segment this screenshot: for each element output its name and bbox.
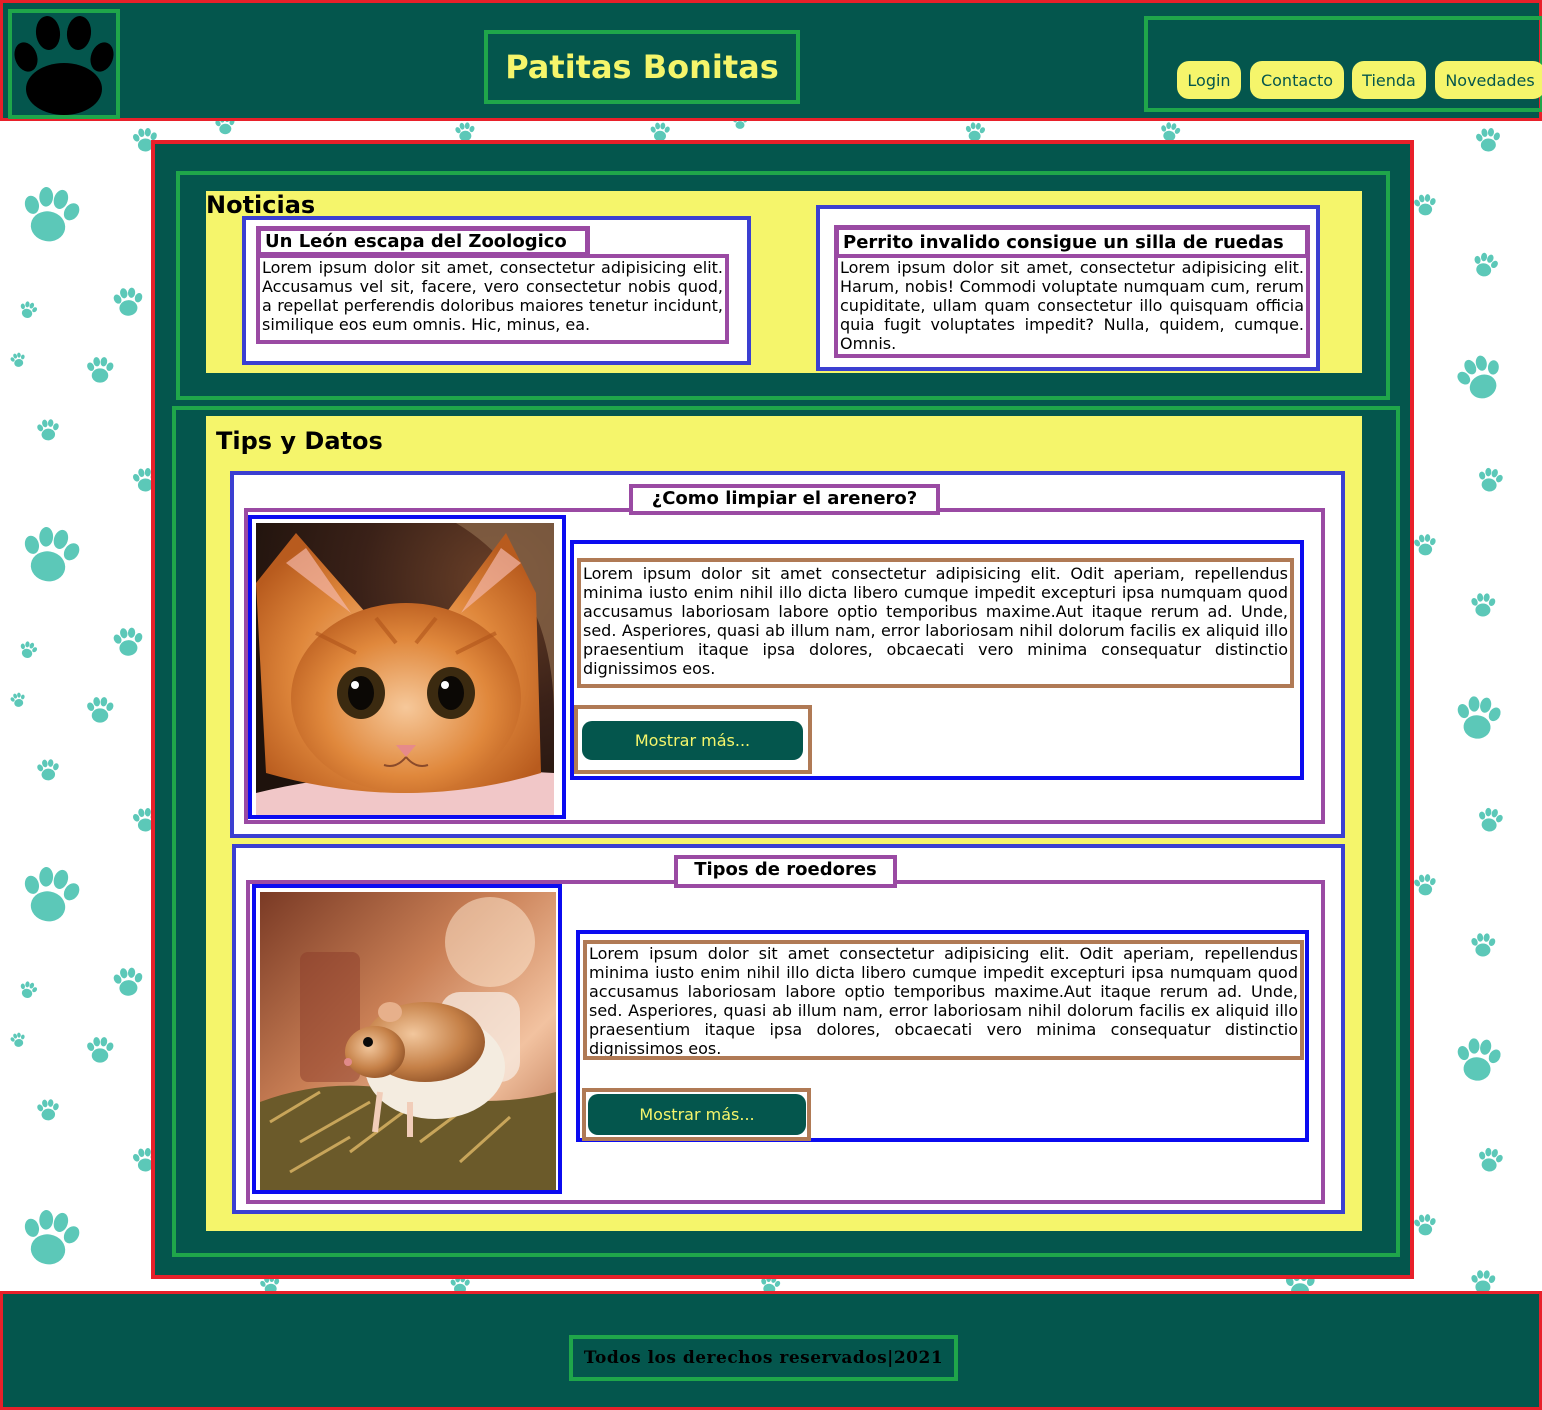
orange-cat-photo [256, 523, 554, 815]
paw-print-icon [963, 121, 987, 143]
tips-section: Tips y Datos ¿Como limpiar el arenero? L… [172, 406, 1400, 1257]
paw-print-icon [85, 1036, 115, 1063]
button-frame: Mostrar más... [582, 1088, 811, 1141]
tip-title: Tipos de roedores [674, 855, 897, 888]
paw-print-icon [453, 121, 477, 143]
paw-print-icon [1412, 873, 1438, 897]
tips-panel: Tips y Datos ¿Como limpiar el arenero? L… [206, 416, 1362, 1231]
logo[interactable] [8, 9, 120, 119]
tip-title: ¿Como limpiar el arenero? [629, 484, 940, 515]
tip-image-frame [252, 884, 562, 1194]
footer-copyright: Todos los derechos reservados|2021 [583, 1348, 944, 1368]
nav-login-button[interactable]: Login [1177, 61, 1241, 99]
tip-card: Tipos de roedores Lorem ipsum dolor sit … [232, 844, 1345, 1214]
paw-print-icon [1412, 533, 1438, 557]
footer-container: Todos los derechos reservados|2021 [569, 1335, 958, 1381]
paw-print-icon [1475, 805, 1506, 834]
paw-print-icon [8, 690, 28, 709]
nav-contacto-button[interactable]: Contacto [1250, 61, 1344, 99]
paw-print-icon [85, 356, 115, 383]
paw-print-icon [17, 299, 40, 321]
tip-content-box: Lorem ipsum dolor sit amet consectetur a… [576, 930, 1309, 1142]
nav-novedades-button[interactable]: Novedades [1435, 61, 1542, 99]
noticias-heading: Noticias [206, 191, 316, 219]
site-title: Patitas Bonitas [505, 48, 779, 86]
paw-print-icon [35, 418, 61, 442]
tip-inner: ¿Como limpiar el arenero? Lorem ipsum do… [244, 484, 1325, 824]
paw-print-icon [1469, 592, 1497, 617]
show-more-button[interactable]: Mostrar más... [588, 1094, 806, 1135]
paw-print-icon [111, 966, 146, 997]
paw-icon [14, 16, 114, 115]
nav-tienda-button[interactable]: Tienda [1352, 61, 1426, 99]
paw-print-icon [16, 1205, 86, 1270]
paw-print-icon [16, 182, 86, 247]
paw-print-icon [1450, 349, 1510, 406]
paw-print-icon [35, 758, 61, 782]
title-container: Patitas Bonitas [484, 30, 800, 104]
news-card[interactable]: Un León escapa del Zoologico Lorem ipsum… [242, 216, 751, 365]
noticias-panel: Noticias Un León escapa del Zoologico Lo… [206, 191, 1362, 373]
paw-print-icon [85, 696, 115, 723]
news-card[interactable]: Perrito invalido consigue un silla de ru… [816, 205, 1320, 371]
main-nav: Login Contacto Tienda Novedades [1144, 16, 1542, 112]
paw-print-icon [1412, 1213, 1438, 1237]
tip-content-box: Lorem ipsum dolor sit amet consectetur a… [570, 540, 1304, 780]
paw-print-icon [1469, 932, 1497, 957]
site-footer: Todos los derechos reservados|2021 [0, 1291, 1542, 1410]
paw-print-icon [1452, 1035, 1505, 1084]
paw-print-icon [649, 122, 671, 142]
paw-print-icon [1452, 693, 1505, 742]
paw-print-icon [1412, 193, 1438, 217]
paw-print-icon [111, 286, 146, 317]
news-text: Lorem ipsum dolor sit amet, consectetur … [256, 254, 729, 344]
paw-print-icon [1474, 126, 1503, 153]
button-frame: Mostrar más... [574, 705, 812, 774]
tip-text: Lorem ipsum dolor sit amet consectetur a… [577, 558, 1294, 688]
tip-inner: Tipos de roedores Lorem ipsum dolor sit … [246, 855, 1325, 1204]
tip-card: ¿Como limpiar el arenero? Lorem ipsum do… [230, 471, 1345, 838]
paw-print-icon [17, 639, 40, 661]
paw-print-icon [16, 522, 86, 587]
paw-print-icon [1475, 1145, 1506, 1174]
paw-print-icon [8, 1030, 28, 1049]
show-more-button[interactable]: Mostrar más... [582, 721, 803, 760]
paw-print-icon [35, 1098, 61, 1122]
paw-print-icon [111, 626, 146, 657]
tips-heading: Tips y Datos [216, 427, 383, 455]
main-content: Noticias Un León escapa del Zoologico Lo… [151, 140, 1414, 1279]
tip-image-frame [248, 515, 566, 819]
noticias-section: Noticias Un León escapa del Zoologico Lo… [176, 171, 1390, 400]
paw-print-icon [8, 350, 28, 369]
news-text: Lorem ipsum dolor sit amet, consectetur … [834, 254, 1310, 358]
news-title[interactable]: Un León escapa del Zoologico [256, 226, 590, 257]
tip-text: Lorem ipsum dolor sit amet consectetur a… [583, 940, 1304, 1060]
hamster-photo [260, 892, 556, 1190]
site-header: Patitas Bonitas Login Contacto Tienda No… [0, 0, 1542, 121]
paw-print-icon [17, 979, 40, 1001]
paw-print-icon [1469, 249, 1502, 280]
paw-print-icon [1475, 465, 1506, 494]
paw-print-icon [16, 862, 86, 927]
